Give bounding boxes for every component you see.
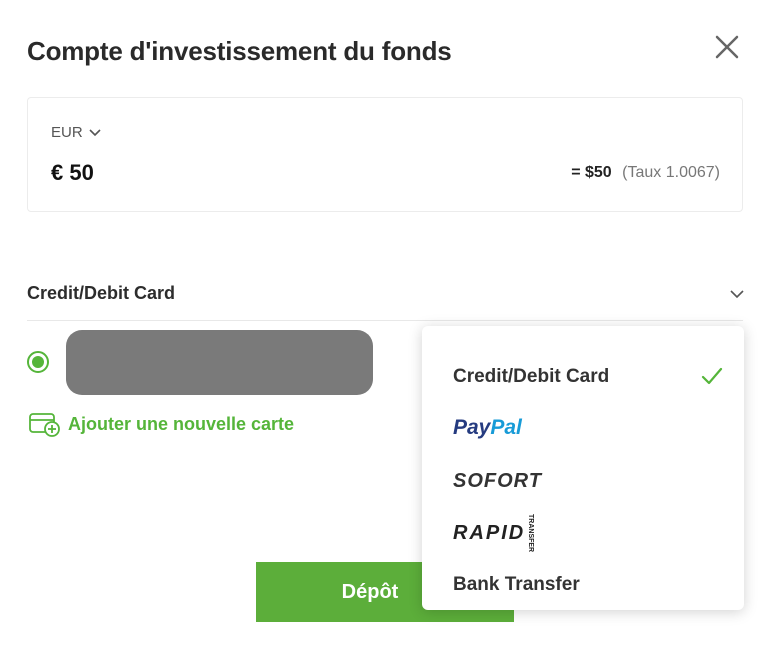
payment-method-dropdown: Credit/Debit Card Pay Pal SOFORT RAPID TR… (422, 326, 744, 610)
option-label: Bank Transfer (453, 574, 580, 595)
option-rapid-transfer[interactable]: RAPID TRANSFER (453, 514, 723, 552)
divider (27, 320, 743, 321)
rate-text: (Taux 1.0067) (622, 164, 720, 181)
option-paypal[interactable]: Pay Pal (453, 413, 723, 443)
rapid-logo: RAPID (453, 521, 526, 544)
page-title: Compte d'investissement du fonds (27, 36, 452, 66)
option-bank-transfer[interactable]: Bank Transfer (453, 570, 723, 600)
currency-select[interactable]: EUR (51, 124, 101, 141)
paypal-logo-pal: Pal (490, 416, 522, 439)
saved-card-radio[interactable] (27, 351, 49, 373)
chevron-down-icon[interactable] (729, 288, 745, 300)
option-label: Credit/Debit Card (453, 366, 610, 387)
option-credit-debit-card[interactable]: Credit/Debit Card (453, 362, 723, 392)
chevron-down-icon (89, 128, 101, 136)
add-card-button[interactable]: Ajouter une nouvelle carte (28, 411, 294, 437)
sofort-logo: SOFORT (453, 469, 542, 492)
payment-method-select[interactable]: Credit/Debit Card (27, 283, 743, 304)
rapid-logo-tag: TRANSFER (527, 513, 535, 553)
add-card-label: Ajouter une nouvelle carte (68, 413, 295, 434)
amount-panel: EUR € 50 = $50 (Taux 1.0067) (27, 97, 743, 212)
checkmark-icon (701, 367, 723, 385)
add-card-icon (29, 413, 60, 437)
option-sofort[interactable]: SOFORT (453, 466, 723, 496)
amount-input[interactable]: € 50 (51, 160, 94, 186)
conversion-rate: = $50 (Taux 1.0067) (571, 164, 720, 182)
converted-amount: = $50 (571, 164, 612, 181)
saved-card-redacted[interactable] (66, 330, 373, 395)
close-icon[interactable] (712, 32, 742, 62)
currency-label: EUR (51, 124, 83, 141)
paypal-logo-pay: Pay (453, 416, 491, 439)
